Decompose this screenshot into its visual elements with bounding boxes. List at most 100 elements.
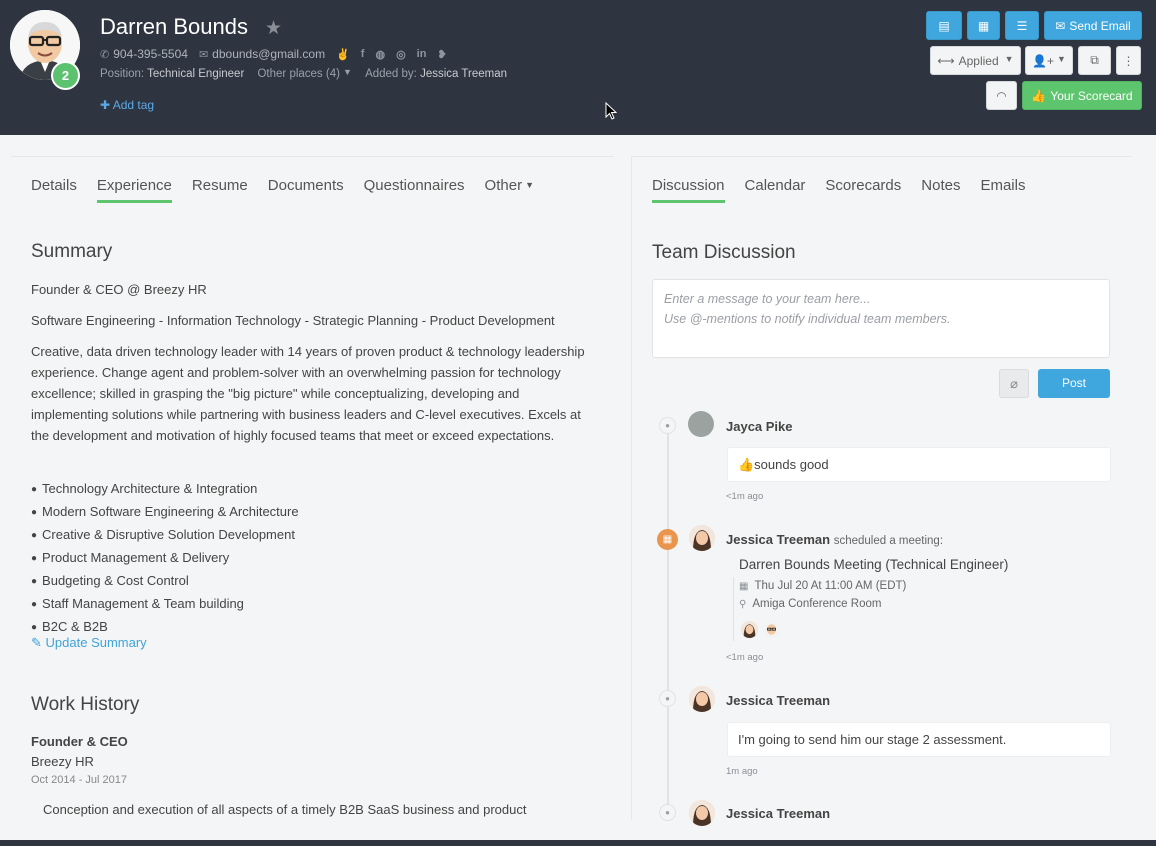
- placeholder-line-1: Enter a message to your team here...: [664, 292, 871, 306]
- phone-icon: ✆: [100, 48, 110, 61]
- discussion-message-input[interactable]: Enter a message to your team here... Use…: [652, 279, 1110, 358]
- list-item: Staff Management & Team building: [31, 593, 299, 616]
- author-name[interactable]: Jessica Treeman: [726, 806, 830, 821]
- summary-headline: Founder & CEO @ Breezy HR: [31, 282, 207, 297]
- summary-paragraph: Creative, data driven technology leader …: [31, 344, 585, 443]
- job-company: Breezy HR: [31, 754, 94, 769]
- tab-calendar[interactable]: Calendar: [745, 177, 806, 202]
- github-icon[interactable]: ◍: [375, 48, 385, 61]
- tab-notes[interactable]: Notes: [921, 177, 960, 202]
- twitter-icon[interactable]: ❥: [437, 48, 446, 61]
- linkedin-icon[interactable]: in: [417, 48, 427, 60]
- rss-icon: ◠: [996, 88, 1007, 103]
- profile-card-button[interactable]: ▤: [926, 11, 962, 40]
- calendar-icon: ▦: [977, 18, 990, 33]
- added-by-label: Added by:: [365, 68, 417, 80]
- other-places-label: Other places (4): [257, 68, 340, 80]
- tab-emails[interactable]: Emails: [980, 177, 1025, 202]
- schedule-button[interactable]: ▦: [967, 11, 1000, 40]
- summary-specialties: Software Engineering - Information Techn…: [31, 313, 555, 328]
- star-icon[interactable]: ★: [265, 17, 282, 40]
- edit-icon: ✎: [31, 635, 42, 650]
- list-item: Product Management & Delivery: [31, 547, 299, 570]
- avatar[interactable]: [688, 411, 714, 437]
- tab-discussion[interactable]: Discussion: [652, 177, 725, 203]
- feed-button[interactable]: ◠: [986, 81, 1017, 110]
- list-item: Creative & Disruptive Solution Developme…: [31, 524, 299, 547]
- map-marker-icon: ⚲: [739, 599, 747, 610]
- tab-details[interactable]: Details: [31, 177, 77, 202]
- thumbs-up-icon: 👍: [1031, 88, 1047, 103]
- stage-dropdown[interactable]: ⟷ Applied ▼: [930, 46, 1021, 75]
- author-name[interactable]: Jayca Pike: [726, 419, 793, 434]
- work-history-title: Work History: [31, 694, 140, 715]
- add-tag-label: Add tag: [112, 98, 155, 112]
- tab-scorecards[interactable]: Scorecards: [825, 177, 901, 202]
- update-summary-link[interactable]: ✎ Update Summary: [31, 635, 147, 651]
- plus-icon: ✚: [100, 98, 111, 112]
- comment-icon: ●: [659, 690, 676, 707]
- email-address: dbounds@gmail.com: [212, 47, 326, 61]
- send-email-label: Send Email: [1069, 18, 1131, 33]
- more-options-button[interactable]: ⋮: [1116, 46, 1141, 75]
- user-plus-icon: 👤+: [1032, 53, 1055, 68]
- update-summary-label: Update Summary: [45, 635, 147, 650]
- tab-resume[interactable]: Resume: [192, 177, 248, 202]
- author-name: Jessica Treeman scheduled a meeting:: [726, 532, 943, 547]
- envelope-icon: ✉: [198, 48, 209, 61]
- list-item: Technology Architecture & Integration: [31, 478, 299, 501]
- author-link[interactable]: Jessica Treeman: [726, 532, 830, 547]
- meeting-title[interactable]: Darren Bounds Meeting (Technical Enginee…: [739, 557, 1008, 572]
- skills-list: Technology Architecture & Integration Mo…: [31, 478, 299, 639]
- phone[interactable]: ✆ 904-395-5504: [100, 47, 188, 61]
- added-by-value: Jessica Treeman: [420, 68, 507, 80]
- tab-documents[interactable]: Documents: [268, 177, 344, 202]
- copy-icon: ⧉: [1090, 53, 1099, 67]
- caret-down-icon: ▼: [525, 180, 534, 190]
- attach-file-button[interactable]: ⌀: [999, 369, 1029, 398]
- author-name[interactable]: Jessica Treeman: [726, 693, 830, 708]
- candidate-header: 2 Darren Bounds ★ ✆ 904-395-5504 ✉ dboun…: [0, 0, 1156, 135]
- timestamp: <1m ago: [726, 491, 764, 502]
- job-dates: Oct 2014 - Jul 2017: [31, 774, 128, 786]
- activity-tabs: Discussion Calendar Scorecards Notes Ema…: [652, 177, 1045, 203]
- timeline-line: [667, 417, 669, 821]
- other-places-dropdown[interactable]: Other places (4) ▼: [257, 67, 352, 80]
- avatar[interactable]: [689, 686, 715, 712]
- caret-down-icon: ▼: [342, 67, 352, 77]
- position-label: Position:: [100, 68, 145, 80]
- job-title: Founder & CEO: [31, 734, 128, 749]
- facebook-icon[interactable]: f: [361, 48, 365, 60]
- copy-button[interactable]: ⧉: [1078, 46, 1111, 75]
- position-value: Technical Engineer: [147, 68, 245, 80]
- assign-user-dropdown[interactable]: 👤+ ▼: [1025, 46, 1073, 75]
- phone-number: 904-395-5504: [113, 47, 188, 61]
- avatar[interactable]: [689, 525, 715, 551]
- paperclip-icon: ⌀: [1010, 376, 1018, 391]
- send-email-button[interactable]: ✉ Send Email: [1044, 11, 1142, 40]
- tab-other[interactable]: Other ▼: [485, 177, 534, 202]
- score-badge: 2: [51, 61, 80, 90]
- tab-questionnaires[interactable]: Questionnaires: [364, 177, 465, 202]
- add-tag-link[interactable]: ✚ Add tag: [100, 98, 154, 112]
- post-button[interactable]: Post: [1038, 369, 1110, 398]
- mouse-cursor-icon: [605, 102, 617, 120]
- angellist-icon[interactable]: ✌: [336, 48, 350, 61]
- placeholder-line-2: Use @-mentions to notify individual team…: [664, 312, 951, 326]
- email[interactable]: ✉ dbounds@gmail.com: [199, 47, 325, 61]
- list-button[interactable]: ☰: [1005, 11, 1039, 40]
- tab-experience[interactable]: Experience: [96, 177, 172, 203]
- meta-row: Position: Technical Engineer Other place…: [100, 67, 507, 80]
- candidate-avatar[interactable]: 2: [10, 10, 82, 90]
- avatar[interactable]: [689, 800, 715, 826]
- id-card-icon: ▤: [938, 18, 950, 33]
- bottom-bar: [0, 840, 1156, 846]
- instagram-icon[interactable]: ◎: [396, 48, 406, 61]
- attendee-avatar[interactable]: [741, 621, 758, 638]
- arrows-icon: ⟷: [937, 53, 955, 68]
- summary-title: Summary: [31, 241, 113, 262]
- attendee-avatar[interactable]: [763, 621, 780, 638]
- your-scorecard-button[interactable]: 👍 Your Scorecard: [1022, 81, 1142, 110]
- meeting-time: ▦ Thu Jul 20 At 11:00 AM (EDT): [739, 580, 906, 592]
- comment-icon: ●: [659, 804, 676, 821]
